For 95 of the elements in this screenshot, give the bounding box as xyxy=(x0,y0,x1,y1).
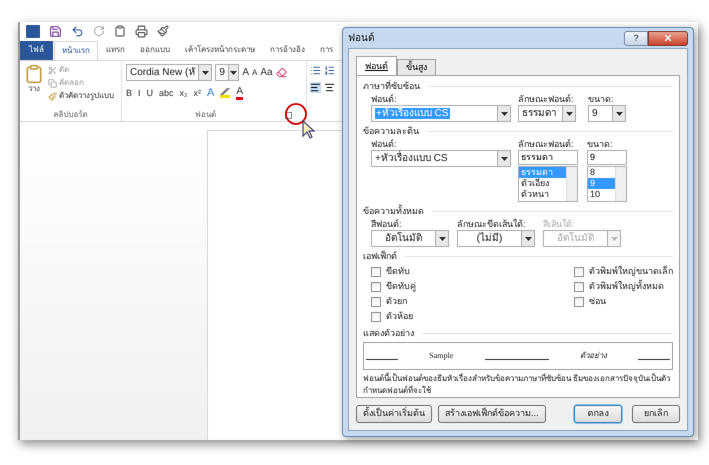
dropdown-field[interactable]: Cordia New (หั xyxy=(126,64,212,81)
dropdown-field[interactable]: ธรรมดา xyxy=(518,105,576,122)
numbering-icon[interactable] xyxy=(324,65,335,76)
style-field[interactable]: ธรรมดา xyxy=(518,150,578,165)
format-button[interactable]: B xyxy=(126,86,132,100)
ribbon-tab[interactable]: การอ้างอิง xyxy=(263,41,312,60)
dialog-button[interactable]: ตั้งเป็นค่าเริ่มต้น xyxy=(356,405,432,423)
dropdown-field[interactable]: อัตโนมัติ xyxy=(371,230,449,247)
list-item[interactable]: ตัวหนา xyxy=(519,189,566,200)
field-label: ขนาด: xyxy=(587,138,614,150)
format-button[interactable]: x² xyxy=(194,86,202,100)
ribbon-tab[interactable]: ออกแบบ xyxy=(133,41,177,60)
paste-button[interactable]: วาง xyxy=(28,84,40,94)
format-button[interactable]: abc xyxy=(159,86,174,100)
dialog-launcher-icon[interactable] xyxy=(285,112,292,118)
checkbox[interactable] xyxy=(371,282,381,292)
ribbon-tab[interactable]: แทรก xyxy=(99,41,132,60)
format-button[interactable]: U xyxy=(146,86,154,100)
section-heading: ข้อความละติน xyxy=(363,125,419,137)
dialog-button[interactable]: ยกเลิก xyxy=(632,405,680,423)
dialog-tab[interactable]: ฟอนต์ xyxy=(356,56,397,75)
list-box[interactable]: 8 9 10 xyxy=(587,166,627,202)
checkbox[interactable] xyxy=(371,312,381,322)
dialog-button[interactable]: สร้างเอฟเฟ็กต์ข้อความ... xyxy=(438,405,546,423)
field-label: ลักษณะฟอนต์: xyxy=(518,138,575,150)
section-heading: เอฟเฟ็กต์ xyxy=(363,250,397,262)
checkbox[interactable] xyxy=(574,266,584,276)
field-label: ฟอนต์: xyxy=(371,93,398,105)
save-icon[interactable] xyxy=(49,24,62,38)
help-button[interactable]: ? xyxy=(624,30,648,46)
ribbon-tab[interactable]: หน้าแรก xyxy=(54,41,98,60)
format-button[interactable]: x₂ xyxy=(180,86,188,100)
shrink-font-button[interactable]: A xyxy=(252,66,258,78)
font-color-button[interactable]: A xyxy=(236,86,244,100)
section-heading: ภาษาที่ซับซ้อน xyxy=(363,80,420,92)
eraser-icon[interactable] xyxy=(276,67,287,78)
group-label: คลิปบอร์ด xyxy=(52,109,88,121)
list-item[interactable]: 8 xyxy=(588,167,615,178)
font-note: ฟอนต์นี้เป็นฟอนต์ของธีมหัวเรื่องสำหรับข้อความภาษาที่ซับซ้อน ธีมของเอกสารปัจจุบันเป็นตัวกำหนดฟอนต์ที่จะใช้ xyxy=(363,373,672,397)
dropdown-field[interactable]: (ไม่มี) xyxy=(457,230,535,247)
close-button[interactable] xyxy=(648,30,688,46)
cursor-icon xyxy=(302,120,316,140)
scissors-icon[interactable] xyxy=(48,66,57,74)
section-heading: แสดงตัวอย่าง xyxy=(363,327,414,339)
checkbox-label: ขีดทับ xyxy=(386,264,410,278)
dropdown-field[interactable]: 9 xyxy=(588,105,626,122)
checkbox[interactable] xyxy=(371,266,381,276)
field-label: สีเส้นใต้: xyxy=(543,218,576,230)
printer-icon[interactable] xyxy=(135,24,148,38)
undo-icon[interactable] xyxy=(71,24,84,38)
dialog-button[interactable]: ตกลง xyxy=(574,405,622,423)
field-label: ฟอนต์: xyxy=(371,138,398,150)
format-painter-button[interactable]: ตัวคัดวางรูปแบบ xyxy=(59,90,114,102)
grow-font-button[interactable]: A xyxy=(242,65,250,80)
change-case-button[interactable]: Aa xyxy=(260,65,273,80)
group-label: ฟอนต์ xyxy=(195,109,216,121)
highlight-circle xyxy=(284,102,308,126)
checkbox-label: ตัวพิมพ์ใหญ่ขนาดเล็ก xyxy=(589,264,673,278)
align-left-icon[interactable] xyxy=(310,82,321,93)
size-field[interactable]: 9 xyxy=(587,150,627,165)
preview-sample: ตัวอย่าง xyxy=(580,350,607,362)
field-label: ขนาด: xyxy=(588,93,615,105)
text-effects-button[interactable]: A xyxy=(207,85,214,102)
format-button[interactable]: I xyxy=(138,86,141,100)
highlight-icon[interactable] xyxy=(220,88,230,98)
section-heading: ข้อความทั้งหมด xyxy=(363,205,424,217)
checkbox[interactable] xyxy=(574,282,584,292)
checkbox[interactable] xyxy=(574,296,584,306)
field-label: ลักษณะขีดเส้นใต้: xyxy=(457,218,527,230)
ribbon-tab[interactable]: การ xyxy=(313,41,340,60)
list-item[interactable]: 10 xyxy=(588,189,615,200)
copy-icon[interactable] xyxy=(48,78,57,88)
dropdown-field[interactable]: +หัวเรื่องแบบ CS xyxy=(371,150,511,167)
list-item[interactable]: ตัวเอียง xyxy=(519,178,566,189)
close-icon[interactable] xyxy=(663,33,673,43)
field-label: สีฟอนต์: xyxy=(371,218,403,230)
checkbox-label: ตัวห้อย xyxy=(386,310,413,323)
scroll-bar[interactable] xyxy=(615,167,626,201)
dropdown-field[interactable]: 9 xyxy=(215,64,240,81)
scroll-bar[interactable] xyxy=(566,167,577,201)
checkbox-label: ขีดทับคู่ xyxy=(386,280,416,294)
checkbox-label: ซ่อน xyxy=(589,294,606,308)
bullets-icon[interactable] xyxy=(310,65,321,76)
checkbox[interactable] xyxy=(371,296,381,306)
preview-sample: Sample xyxy=(429,350,454,362)
ribbon-tab[interactable]: เค้าโครงหน้ากระดาษ xyxy=(178,41,262,60)
list-box[interactable]: ธรรมดา ตัวเอียง ตัวหนา xyxy=(518,166,578,202)
field-label: ลักษณะฟอนต์: xyxy=(518,93,575,105)
align-center-icon[interactable] xyxy=(324,82,335,93)
window-title: ฟอนต์ xyxy=(348,31,375,46)
checkbox-label: ตัวพิมพ์ใหญ่ทั้งหมด xyxy=(589,280,664,293)
checkbox-label: ตัวยก xyxy=(386,294,407,308)
clipboard-icon[interactable] xyxy=(114,25,126,37)
ribbon-tab[interactable]: ไฟล์ xyxy=(20,41,53,60)
dialog-tab[interactable]: ขั้นสูง xyxy=(397,59,436,75)
